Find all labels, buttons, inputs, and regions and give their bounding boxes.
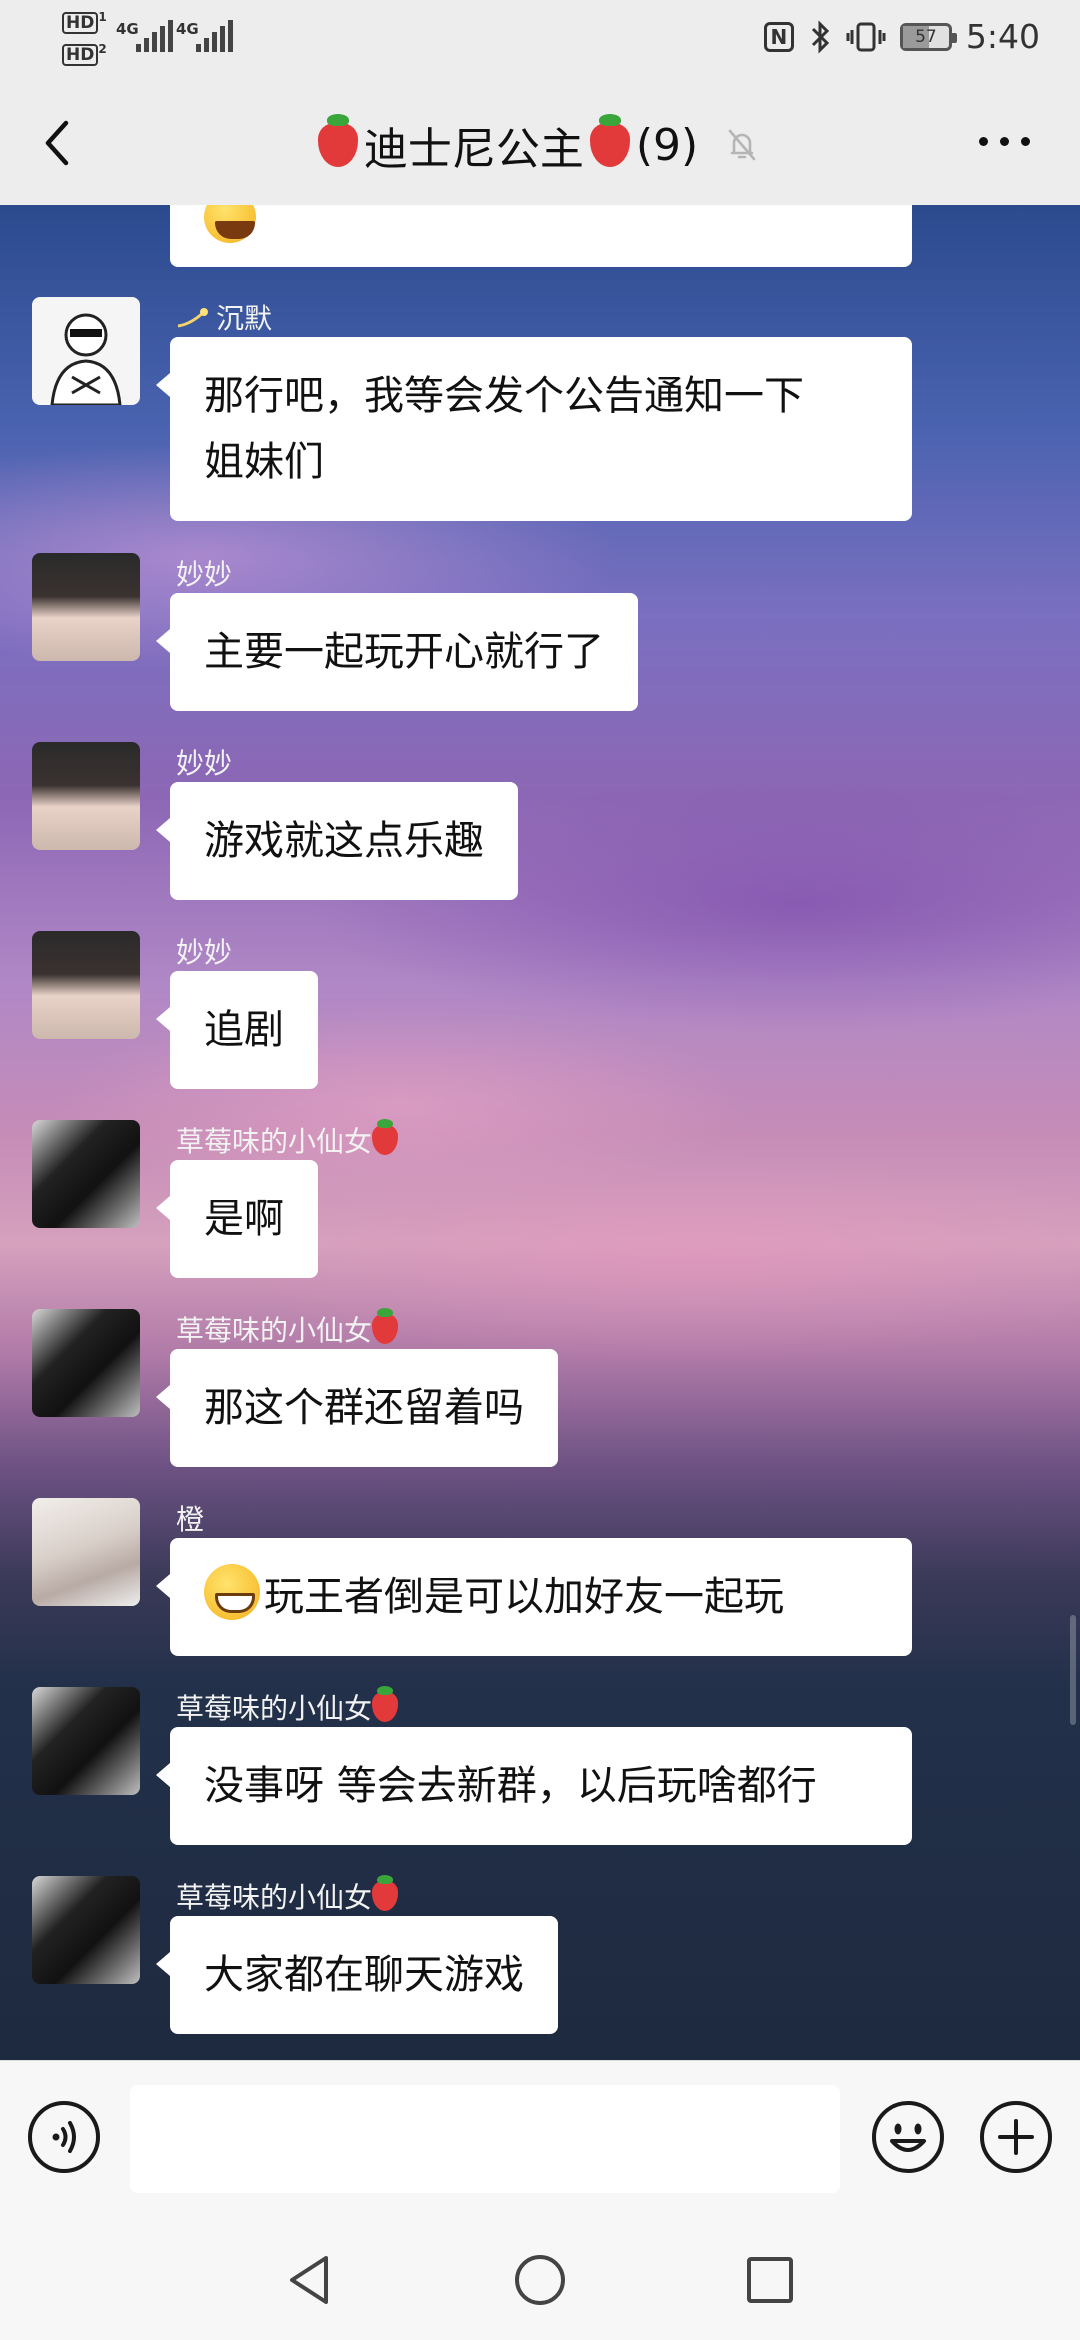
voice-icon: [52, 2121, 76, 2153]
sender-name: 妙妙: [176, 936, 233, 969]
message-bubble[interactable]: 主要一起玩开心就行了: [156, 593, 638, 711]
grinning-emoji-icon: [204, 1564, 260, 1620]
sparkle-icon: [177, 308, 208, 328]
emoji-button[interactable]: [872, 2101, 944, 2173]
system-nav-bar: [0, 2220, 1080, 2340]
strawberry-icon: [372, 1119, 399, 1155]
avatar-selfie[interactable]: [32, 1120, 140, 1228]
strawberry-icon: [372, 1308, 399, 1344]
avatar-girl[interactable]: [32, 931, 140, 1039]
more-icon[interactable]: [979, 137, 1030, 146]
bell-muted-icon: [728, 129, 756, 161]
nav-back-icon[interactable]: [280, 2250, 340, 2310]
message-bubble[interactable]: [170, 205, 912, 267]
voice-button[interactable]: [28, 2101, 100, 2173]
emoji-icon: [890, 2123, 926, 2152]
strawberry-icon: [372, 1875, 399, 1911]
signal-2-icon: [196, 20, 233, 52]
bluetooth-icon: [811, 19, 830, 54]
clock: 5:40: [965, 17, 1040, 56]
group-name: 迪士尼公主: [363, 124, 584, 175]
avatar-sketch[interactable]: [32, 297, 140, 405]
sender-name: 草莓味的小仙女: [176, 1686, 399, 1727]
chat-header: 迪士尼公主 (9): [0, 75, 1080, 205]
input-bar: [0, 2060, 1080, 2220]
avatar-selfie[interactable]: [32, 1309, 140, 1417]
member-count: (9): [635, 119, 699, 171]
message-bubble[interactable]: 追剧: [156, 971, 318, 1089]
plus-icon: [998, 2119, 1034, 2155]
message-input[interactable]: [130, 2085, 840, 2193]
strawberry-icon: [372, 1686, 399, 1722]
nav-home-icon[interactable]: [510, 2250, 570, 2310]
scroll-indicator[interactable]: [1070, 1615, 1076, 1725]
top-bar: HD 1 HD 2 4G 4G N 57 5:40 迪士尼公主 (9): [0, 0, 1080, 205]
message-bubble[interactable]: 是啊: [156, 1160, 318, 1278]
sender-name: 妙妙: [176, 558, 233, 591]
sender-name: 橙: [176, 1503, 205, 1536]
chat-title[interactable]: 迪士尼公主 (9): [0, 113, 1080, 177]
message-bubble[interactable]: 玩王者倒是可以加好友一起玩: [156, 1538, 912, 1656]
message-bubble[interactable]: 没事呀 等会去新群，以后玩啥都行: [156, 1727, 912, 1845]
avatar-sleeping-girl[interactable]: [32, 1498, 140, 1606]
hd2-indicator: HD 2: [62, 42, 107, 66]
battery-icon: 57: [899, 22, 957, 51]
sender-name: 妙妙: [176, 747, 233, 780]
laughing-crying-emoji-icon: [204, 205, 256, 243]
sender-name: 草莓味的小仙女: [176, 1119, 399, 1160]
sender-name: 草莓味的小仙女: [176, 1875, 399, 1916]
avatar-selfie[interactable]: [32, 1876, 140, 1984]
strawberry-icon: [317, 114, 358, 167]
sender-name: 草莓味的小仙女: [176, 1308, 399, 1349]
avatar-girl[interactable]: [32, 553, 140, 661]
signal-1-icon: [136, 20, 173, 52]
vibrate-icon: [846, 22, 886, 51]
avatar-girl[interactable]: [32, 742, 140, 850]
sender-name: 沉默: [176, 297, 272, 337]
hd1-indicator: HD 1: [62, 10, 107, 34]
status-bar: HD 1 HD 2 4G 4G N 57 5:40: [0, 0, 1080, 75]
strawberry-icon: [589, 114, 630, 167]
nav-recent-icon[interactable]: [740, 2250, 800, 2310]
avatar-selfie[interactable]: [32, 1687, 140, 1795]
message-bubble[interactable]: 游戏就这点乐趣: [156, 782, 518, 900]
message-bubble[interactable]: 那这个群还留着吗: [156, 1349, 558, 1467]
nfc-icon: N: [763, 21, 794, 52]
status-icons: N 57 5:40: [763, 14, 1040, 59]
message-bubble[interactable]: 那行吧，我等会发个公告通知一下 姐妹们: [156, 337, 912, 521]
message-bubble[interactable]: 大家都在聊天游戏: [156, 1916, 558, 2034]
plus-button[interactable]: [980, 2101, 1052, 2173]
chat-messages[interactable]: 沉默 那行吧，我等会发个公告通知一下 姐妹们 妙妙 主要一起玩开心就行了 妙妙 …: [0, 205, 1080, 2060]
